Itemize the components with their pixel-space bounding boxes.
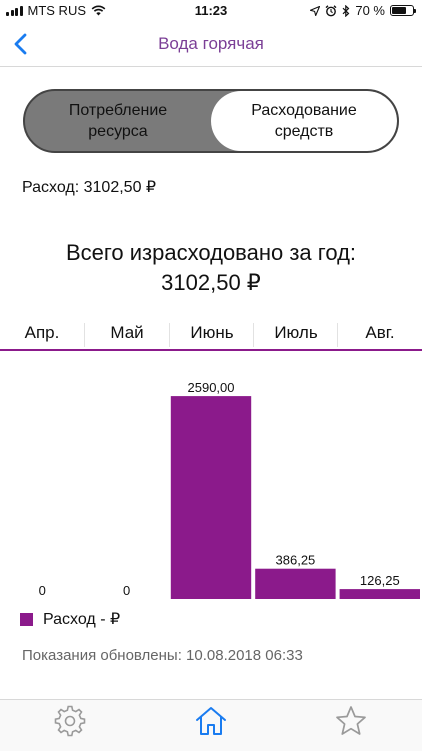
mode-segmented-control: Потребление ресурса Расходование средств xyxy=(23,89,399,153)
alarm-icon xyxy=(325,4,337,16)
battery-level xyxy=(392,7,406,14)
battery-percent: 70 % xyxy=(355,3,385,18)
month-tab-apr[interactable]: Апр. xyxy=(0,323,84,343)
gear-icon[interactable] xyxy=(52,703,88,739)
location-arrow-icon xyxy=(310,5,321,16)
navigation-bar: Вода горячая xyxy=(0,22,422,67)
chart-bar-label-2: 0 xyxy=(123,583,130,598)
yearly-total: Всего израсходовано за год: 3102,50 ₽ xyxy=(0,238,422,298)
battery-icon xyxy=(390,5,416,16)
segment-spending[interactable]: Расходование средств xyxy=(211,91,397,151)
chart-bar-label-5: 126,25 xyxy=(360,573,400,588)
status-bar: MTS RUS 11:23 70 % xyxy=(0,0,422,22)
month-selector: Апр. Май Июнь Июль Авг. xyxy=(0,323,422,351)
chart-bar-4 xyxy=(255,568,336,599)
tab-bar xyxy=(0,699,422,751)
page-title: Вода горячая xyxy=(158,34,264,53)
month-tab-aug[interactable]: Авг. xyxy=(338,323,422,343)
spending-bar-chart: 0 0 2590,00 386,25 126,25 xyxy=(39,380,420,599)
chart-legend: Расход - ₽ xyxy=(20,609,120,629)
bluetooth-icon xyxy=(342,4,350,17)
chart-bar-label-3: 2590,00 xyxy=(188,380,235,395)
segment-consumption[interactable]: Потребление ресурса xyxy=(25,91,211,151)
legend-label: Расход - ₽ xyxy=(43,611,121,628)
expense-summary: Расход: 3102,50 ₽ xyxy=(22,179,157,196)
yearly-total-value: 3102,50 ₽ xyxy=(161,270,261,295)
star-icon[interactable] xyxy=(333,703,369,739)
status-right: 70 % xyxy=(310,3,416,18)
chart-bar-5 xyxy=(339,589,420,599)
last-updated: Показания обновлены: 10.08.2018 06:33 xyxy=(22,647,303,664)
month-tab-jun[interactable]: Июнь xyxy=(170,323,254,343)
segment-spending-label: Расходование средств xyxy=(251,102,357,140)
segment-consumption-label: Потребление ресурса xyxy=(68,102,168,140)
chart-bar-label-1: 0 xyxy=(39,583,46,598)
home-icon[interactable] xyxy=(193,703,229,739)
chart-bar-3 xyxy=(170,396,252,599)
legend-swatch xyxy=(20,612,33,626)
month-tab-may[interactable]: Май xyxy=(85,323,169,343)
yearly-total-label: Всего израсходовано за год: xyxy=(65,240,357,265)
month-tab-jul[interactable]: Июль xyxy=(254,323,338,343)
chart-bar-label-4: 386,25 xyxy=(276,553,316,568)
